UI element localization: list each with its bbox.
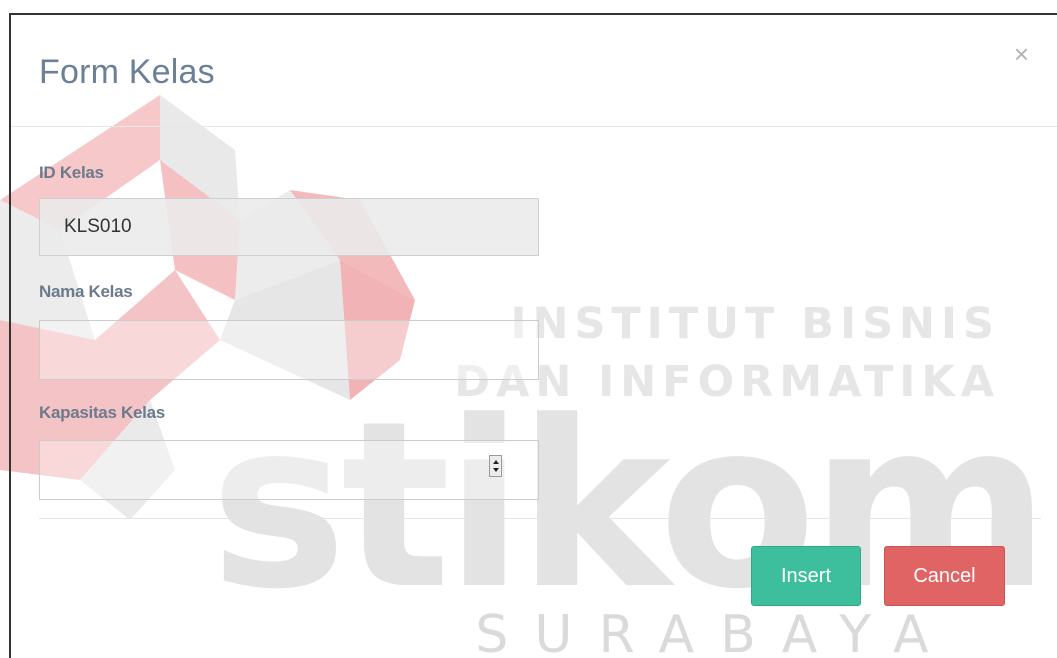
modal-header: Form Kelas × [11,15,1057,127]
close-icon[interactable]: × [1014,41,1029,67]
nama-kelas-label: Nama Kelas [39,282,133,301]
id-kelas-label: ID Kelas [39,163,104,182]
stepper-down-icon[interactable] [493,468,499,472]
kapasitas-kelas-label: Kapasitas Kelas [39,403,165,422]
kapasitas-kelas-field[interactable] [39,440,539,500]
insert-button[interactable]: Insert [751,546,861,606]
kapasitas-stepper[interactable] [489,455,502,477]
stepper-up-icon[interactable] [493,460,499,464]
form-kelas-modal: Form Kelas × ID Kelas Nama Kelas Kapasit… [9,13,1057,658]
modal-title: Form Kelas [39,53,215,91]
footer-divider [39,518,1041,519]
nama-kelas-field[interactable] [39,320,539,380]
id-kelas-field[interactable] [39,198,539,256]
cancel-button[interactable]: Cancel [884,546,1005,606]
